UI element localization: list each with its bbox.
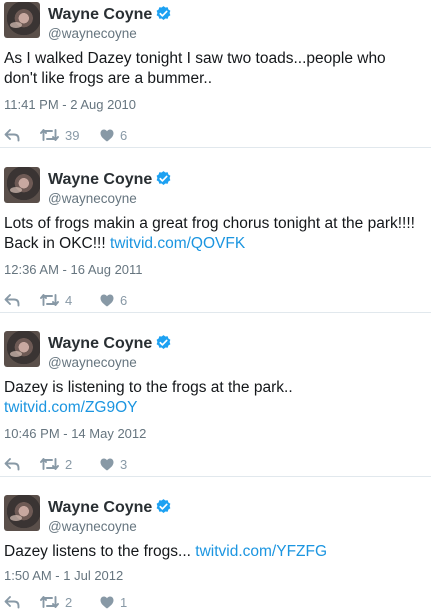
timestamp[interactable]: 11:41 PM - 2 Aug 2010 xyxy=(4,97,136,112)
reply-icon xyxy=(4,458,20,471)
tweet-text-line: Back in OKC!!! twitvid.com/QOVFK xyxy=(4,235,246,252)
reply-icon xyxy=(4,129,20,142)
retweet-icon xyxy=(40,458,59,470)
reply-button[interactable] xyxy=(4,457,40,471)
tweet-text: As I walked Dazey tonight I saw two toad… xyxy=(4,49,428,89)
author-handle[interactable]: @waynecoyne xyxy=(48,26,137,41)
tweet-text-line: Lots of frogs makin a great frog chorus … xyxy=(4,215,415,232)
retweet-icon xyxy=(40,596,59,608)
reply-icon xyxy=(4,596,20,609)
tweet-text: Dazey listens to the frogs... twitvid.co… xyxy=(4,542,428,562)
tweet-actions: 2 1 xyxy=(4,594,127,610)
verified-badge-icon xyxy=(156,6,171,20)
like-count: 6 xyxy=(120,292,128,308)
author-handle[interactable]: @waynecoyne xyxy=(48,191,137,206)
reply-button[interactable] xyxy=(4,128,40,142)
tweet-text-line: twitvid.com/ZG9OY xyxy=(4,398,428,418)
retweet-count: 2 xyxy=(65,456,73,472)
verified-badge-icon xyxy=(156,335,171,349)
tweet: Wayne Coyne @waynecoyne Dazey is listeni… xyxy=(0,329,431,477)
author-handle[interactable]: @waynecoyne xyxy=(48,355,137,370)
timestamp[interactable]: 10:46 PM - 14 May 2012 xyxy=(4,426,146,441)
tweet-text: Lots of frogs makin a great frog chorus … xyxy=(4,214,428,254)
author-handle[interactable]: @waynecoyne xyxy=(48,519,137,534)
timestamp[interactable]: 1:50 AM - 1 Jul 2012 xyxy=(4,568,123,583)
tweet-actions: 4 6 xyxy=(4,292,127,308)
retweet-count: 2 xyxy=(65,594,73,610)
timestamp[interactable]: 12:36 AM - 16 Aug 2011 xyxy=(4,262,143,277)
retweet-button[interactable]: 4 xyxy=(40,293,100,308)
avatar[interactable] xyxy=(4,331,40,367)
avatar[interactable] xyxy=(4,167,40,203)
tweet-text-line: don't like frogs are a bummer.. xyxy=(4,70,213,87)
retweet-icon xyxy=(40,294,59,306)
heart-icon xyxy=(100,294,114,306)
author-name[interactable]: Wayne Coyne xyxy=(48,334,172,353)
tweet-actions: 39 6 xyxy=(4,127,127,143)
verified-badge-icon xyxy=(156,499,171,513)
like-count: 6 xyxy=(120,127,128,143)
like-button[interactable]: 1 xyxy=(100,595,127,610)
tweet-text-line: Dazey listens to the frogs... twitvid.co… xyxy=(4,543,328,560)
tweet: Wayne Coyne @waynecoyne Lots of frogs ma… xyxy=(0,165,431,313)
like-count: 1 xyxy=(120,594,128,610)
reply-button[interactable] xyxy=(4,595,40,609)
tweet-text: Dazey is listening to the frogs at the p… xyxy=(4,378,428,418)
retweet-button[interactable]: 39 xyxy=(40,128,100,143)
like-count: 3 xyxy=(120,456,128,472)
author-name[interactable]: Wayne Coyne xyxy=(48,498,172,517)
like-button[interactable]: 6 xyxy=(100,128,127,143)
tweet-link[interactable]: twitvid.com/YFZFG xyxy=(195,543,327,560)
reply-button[interactable] xyxy=(4,293,40,307)
reply-icon xyxy=(4,294,20,307)
author-name[interactable]: Wayne Coyne xyxy=(48,5,172,24)
tweet: Wayne Coyne @waynecoyne As I walked Daze… xyxy=(0,0,431,148)
tweet-text-line: Dazey is listening to the frogs at the p… xyxy=(4,379,293,396)
avatar[interactable] xyxy=(4,495,40,531)
heart-icon xyxy=(100,596,114,608)
retweet-count: 39 xyxy=(65,127,80,143)
retweet-icon xyxy=(40,129,59,141)
retweet-count: 4 xyxy=(65,292,73,308)
like-button[interactable]: 6 xyxy=(100,293,127,308)
retweet-button[interactable]: 2 xyxy=(40,595,100,610)
tweet-text-line: As I walked Dazey tonight I saw two toad… xyxy=(4,50,386,67)
tweet-link[interactable]: twitvid.com/ZG9OY xyxy=(4,399,138,416)
verified-badge-icon xyxy=(156,171,171,185)
heart-icon xyxy=(100,129,114,141)
tweet-link[interactable]: twitvid.com/QOVFK xyxy=(110,235,245,252)
author-name[interactable]: Wayne Coyne xyxy=(48,170,172,189)
like-button[interactable]: 3 xyxy=(100,457,127,472)
heart-icon xyxy=(100,458,114,470)
retweet-button[interactable]: 2 xyxy=(40,457,100,472)
avatar[interactable] xyxy=(4,2,40,38)
tweet: Wayne Coyne @waynecoyne Dazey listens to… xyxy=(0,493,431,613)
tweet-actions: 2 3 xyxy=(4,456,127,472)
